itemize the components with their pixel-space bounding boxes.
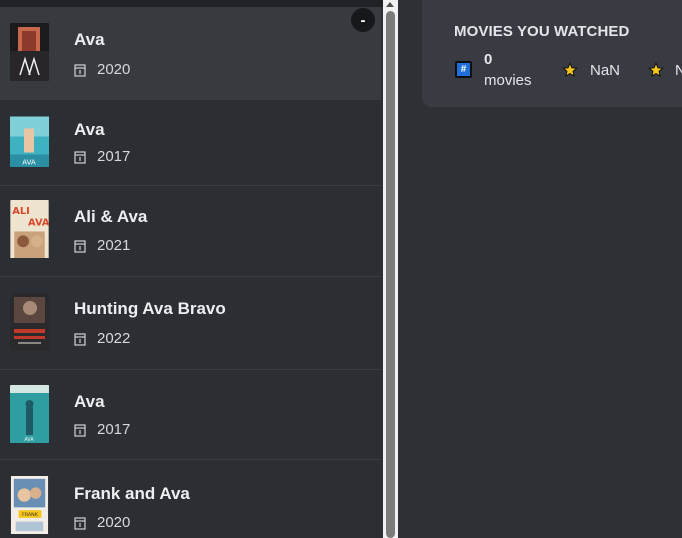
star-icon bbox=[562, 62, 578, 78]
movies-count-unit: movies bbox=[484, 72, 532, 89]
result-title: Hunting Ava Bravo bbox=[74, 299, 226, 318]
calendar-icon bbox=[74, 239, 86, 253]
result-year: 2017 bbox=[97, 421, 131, 438]
svg-text:AVA: AVA bbox=[22, 159, 36, 167]
result-year-row: 2020 bbox=[74, 61, 130, 78]
calendar-icon bbox=[74, 423, 86, 437]
calendar-icon bbox=[74, 516, 86, 530]
movie-poster: AVA bbox=[10, 114, 49, 167]
movie-poster: AVA bbox=[10, 385, 49, 443]
result-year-row: 2020 bbox=[74, 514, 130, 531]
result-title: Frank and Ava bbox=[74, 484, 190, 503]
result-item[interactable]: AVA Ava 2017 bbox=[0, 370, 381, 460]
scroll-thumb[interactable] bbox=[386, 11, 395, 538]
calendar-icon bbox=[74, 63, 86, 77]
collapse-button[interactable]: - bbox=[351, 8, 375, 32]
movie-poster: ALI AVA bbox=[10, 200, 49, 259]
stats-title: MOVIES YOU WATCHED bbox=[454, 23, 630, 40]
result-year-row: 2022 bbox=[74, 330, 130, 347]
svg-text:AVA: AVA bbox=[24, 437, 34, 443]
result-title: Ava bbox=[74, 30, 105, 49]
app-root: Ava 2020 AVA Ava 2017 ALIAVA Ali & Ava bbox=[0, 0, 682, 538]
result-year-row: 2017 bbox=[74, 421, 130, 438]
result-item[interactable]: Hunting Ava Bravo 2022 bbox=[0, 277, 381, 370]
result-year: 2022 bbox=[97, 330, 131, 347]
result-year-row: 2017 bbox=[74, 148, 130, 165]
calendar-icon bbox=[74, 332, 86, 346]
result-item[interactable]: AVA Ava 2017 bbox=[0, 100, 381, 186]
movies-count: 0 bbox=[484, 51, 493, 68]
average-rating-value: NaN bbox=[590, 62, 621, 79]
second-rating-value: N bbox=[675, 62, 682, 79]
result-item[interactable]: Ava 2020 bbox=[0, 7, 381, 100]
result-title: Ava bbox=[74, 392, 105, 411]
svg-text:AVA: AVA bbox=[28, 218, 49, 229]
movie-poster bbox=[10, 293, 49, 351]
result-year: 2020 bbox=[97, 514, 131, 531]
result-item[interactable]: ALI AVA Ali & Ava 2021 bbox=[0, 186, 381, 277]
calendar-icon bbox=[74, 150, 86, 164]
result-title: Ali & Ava bbox=[74, 207, 148, 226]
result-title: Ava bbox=[74, 120, 105, 139]
search-results-list: Ava 2020 AVA Ava 2017 ALIAVA Ali & Ava bbox=[0, 0, 383, 538]
svg-text:ALI: ALI bbox=[12, 206, 30, 217]
result-year-row: 2021 bbox=[74, 237, 130, 254]
results-top-bar bbox=[0, 0, 383, 7]
result-year: 2020 bbox=[97, 61, 131, 78]
movie-poster: FRANK bbox=[10, 476, 49, 537]
result-year: 2017 bbox=[97, 148, 131, 165]
hash-icon: # bbox=[455, 61, 472, 78]
result-item[interactable]: FRANK Frank and Ava 2020 bbox=[0, 460, 381, 538]
result-year: 2021 bbox=[97, 237, 131, 254]
scroll-up-arrow-icon[interactable] bbox=[386, 2, 394, 7]
movie-poster bbox=[10, 23, 49, 81]
star-icon bbox=[648, 62, 664, 78]
stats-card: MOVIES YOU WATCHED # 0 movies NaN N bbox=[422, 0, 682, 107]
results-scrollbar[interactable] bbox=[383, 0, 398, 538]
svg-text:FRANK: FRANK bbox=[22, 512, 39, 518]
